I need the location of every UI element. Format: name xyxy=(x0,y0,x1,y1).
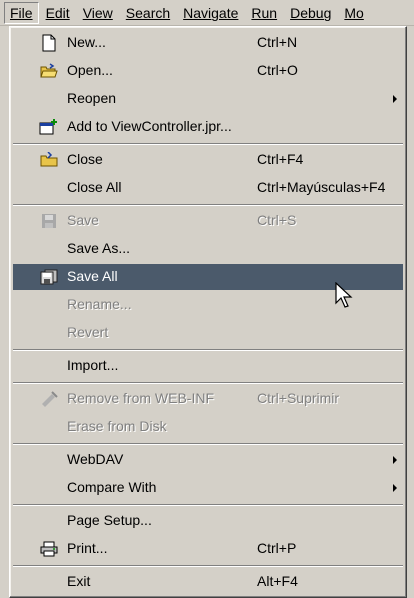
menu-item-label: Erase from Disk xyxy=(67,418,167,434)
menu-item-revert: Revert xyxy=(13,320,403,346)
save-all-icon xyxy=(37,266,61,288)
menu-item-label: Page Setup... xyxy=(67,512,152,528)
menu-search[interactable]: Search xyxy=(120,2,176,24)
printer-icon xyxy=(37,538,61,560)
menu-file[interactable]: File xyxy=(4,1,39,24)
menu-item-webdav[interactable]: WebDAV xyxy=(13,447,403,473)
menu-item-shortcut: Ctrl+F4 xyxy=(257,151,304,167)
menu-item-new[interactable]: New... Ctrl+N xyxy=(13,30,403,56)
menu-item-print[interactable]: Print... Ctrl+P xyxy=(13,536,403,562)
menu-separator xyxy=(13,565,403,567)
menu-item-shortcut: Alt+F4 xyxy=(257,573,298,589)
menu-item-import[interactable]: Import... xyxy=(13,353,403,379)
remove-icon xyxy=(37,388,61,410)
menu-debug[interactable]: Debug xyxy=(284,2,337,24)
menu-separator xyxy=(13,382,403,384)
menu-item-label: Reopen xyxy=(67,90,117,106)
menu-item-page-setup[interactable]: Page Setup... xyxy=(13,508,403,534)
menu-separator xyxy=(13,443,403,445)
menu-item-label: Remove from WEB-INF xyxy=(67,390,215,406)
menu-separator xyxy=(13,504,403,506)
menu-item-close[interactable]: Close Ctrl+F4 xyxy=(13,147,403,173)
menu-item-label: Exit xyxy=(67,573,91,589)
menu-item-label: New... xyxy=(67,34,106,50)
menu-item-label: Open... xyxy=(67,62,113,78)
menu-run[interactable]: Run xyxy=(245,2,283,24)
menu-item-shortcut: Ctrl+S xyxy=(257,212,297,228)
menu-item-reopen[interactable]: Reopen xyxy=(13,86,403,112)
menu-item-shortcut: Ctrl+P xyxy=(257,540,297,556)
menu-item-label: Save As... xyxy=(67,240,131,256)
menu-navigate[interactable]: Navigate xyxy=(177,2,244,24)
menu-item-label: Import... xyxy=(67,357,119,373)
menu-item-label: Close All xyxy=(67,179,122,195)
menu-item-shortcut: Ctrl+O xyxy=(257,62,298,78)
menu-item-shortcut: Ctrl+N xyxy=(257,34,298,50)
menu-item-label: Save xyxy=(67,212,99,228)
menu-separator xyxy=(13,204,403,206)
add-to-project-icon xyxy=(37,116,61,138)
menu-item-save: Save Ctrl+S xyxy=(13,208,403,234)
menu-more[interactable]: Mo xyxy=(338,2,369,24)
menu-separator xyxy=(13,349,403,351)
menu-item-label: Close xyxy=(67,151,103,167)
menu-item-label: Compare With xyxy=(67,479,157,495)
menu-item-shortcut: Ctrl+Suprimir xyxy=(257,390,340,406)
menu-item-exit[interactable]: Exit Alt+F4 xyxy=(13,569,403,595)
submenu-arrow-icon xyxy=(393,95,397,103)
menu-item-label: Print... xyxy=(67,540,108,556)
open-folder-icon xyxy=(37,60,61,82)
close-folder-icon xyxy=(37,149,61,171)
new-file-icon xyxy=(37,32,61,54)
menu-item-label: Add to ViewController.jpr... xyxy=(67,118,232,134)
menu-view[interactable]: View xyxy=(77,2,119,24)
menu-item-label: Save All xyxy=(67,268,118,284)
menu-item-label: Rename... xyxy=(67,296,132,312)
submenu-arrow-icon xyxy=(393,484,397,492)
menu-item-label: WebDAV xyxy=(67,451,124,467)
menu-bar: File Edit View Search Navigate Run Debug… xyxy=(0,0,414,26)
menu-separator xyxy=(13,143,403,145)
menu-item-remove-from-web-inf: Remove from WEB-INF Ctrl+Suprimir xyxy=(13,386,403,412)
menu-item-add-to-project[interactable]: Add to ViewController.jpr... xyxy=(13,114,403,140)
menu-item-save-as[interactable]: Save As... xyxy=(13,236,403,262)
mouse-pointer-icon xyxy=(335,282,353,308)
menu-edit[interactable]: Edit xyxy=(40,2,76,24)
menu-item-erase-from-disk: Erase from Disk xyxy=(13,414,403,440)
file-menu-dropdown: New... Ctrl+N Open... Ctrl+O Reopen Add … xyxy=(9,26,407,598)
menu-item-compare-with[interactable]: Compare With xyxy=(13,475,403,501)
save-disk-icon xyxy=(37,210,61,232)
menu-item-label: Revert xyxy=(67,324,109,340)
menu-item-shortcut: Ctrl+Mayúsculas+F4 xyxy=(257,179,386,195)
menu-item-open[interactable]: Open... Ctrl+O xyxy=(13,58,403,84)
submenu-arrow-icon xyxy=(393,456,397,464)
menu-item-close-all[interactable]: Close All Ctrl+Mayúsculas+F4 xyxy=(13,175,403,201)
